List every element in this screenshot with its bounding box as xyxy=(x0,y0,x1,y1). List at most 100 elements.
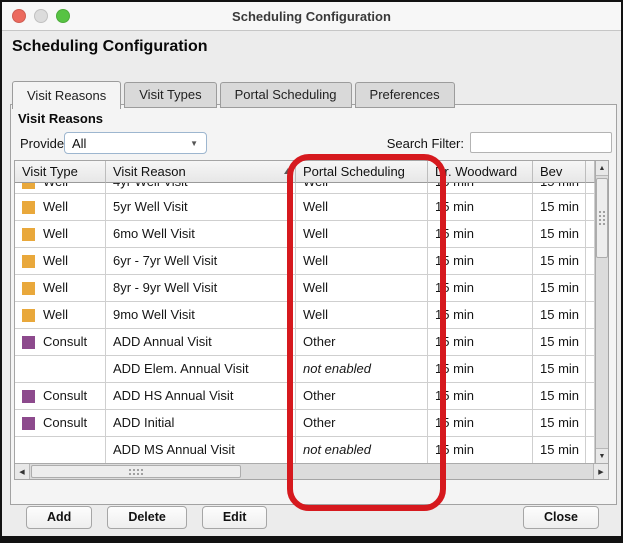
cell-visit-type: Well xyxy=(15,221,106,248)
tab-visit-reasons[interactable]: Visit Reasons xyxy=(12,81,121,109)
cell-bev: 15 min xyxy=(533,183,586,194)
visit-type-color-swatch xyxy=(22,336,35,349)
cell-dr-woodward: 15 min xyxy=(428,410,533,437)
column-header-bev[interactable]: Bev xyxy=(533,161,586,183)
cell-dr-woodward: 15 min xyxy=(428,221,533,248)
cell-f: 15 min xyxy=(586,437,595,464)
column-header-visit-type[interactable]: Visit Type xyxy=(15,161,106,183)
window-title: Scheduling Configuration xyxy=(2,9,621,24)
cell-portal-scheduling: Well xyxy=(296,275,428,302)
page-title: Scheduling Configuration xyxy=(12,38,208,56)
cell-dr-woodward: 15 min xyxy=(428,329,533,356)
cell-visit-type: Well xyxy=(15,248,106,275)
cell-f: 15 min xyxy=(586,194,595,221)
section-title: Visit Reasons xyxy=(18,111,103,126)
visit-type-color-swatch xyxy=(22,390,35,403)
cell-visit-type: Well xyxy=(15,183,106,194)
horizontal-scrollbar[interactable]: ◀ ▶ xyxy=(15,463,608,479)
cell-f: 15 min xyxy=(586,248,595,275)
table-row[interactable]: Well6mo Well VisitWell15 min15 min15 min xyxy=(15,221,608,248)
cell-visit-reason: 6yr - 7yr Well Visit xyxy=(106,248,296,275)
visit-type-color-swatch xyxy=(22,255,35,268)
table-row[interactable]: Well8yr - 9yr Well VisitWell15 min15 min… xyxy=(15,275,608,302)
chevron-down-icon: ▼ xyxy=(190,139,206,148)
scroll-left-icon[interactable]: ◀ xyxy=(15,464,30,479)
table-body: Well4yr Well VisitWell15 min15 min15 min… xyxy=(15,183,608,464)
table-row[interactable]: Well5yr Well VisitWell15 min15 min15 min xyxy=(15,194,608,221)
titlebar: Scheduling Configuration xyxy=(2,2,621,31)
cell-visit-reason: ADD Elem. Annual Visit xyxy=(106,356,296,383)
cell-portal-scheduling: Well xyxy=(296,221,428,248)
cell-dr-woodward: 15 min xyxy=(428,275,533,302)
cell-visit-reason: 9mo Well Visit xyxy=(106,302,296,329)
column-header-dr-woodward[interactable]: Dr. Woodward xyxy=(428,161,533,183)
cell-bev: 15 min xyxy=(533,221,586,248)
cell-f: 15 min xyxy=(586,410,595,437)
table-row[interactable]: ADD Elem. Annual Visitnot enabled15 min1… xyxy=(15,356,608,383)
table-row[interactable]: ConsultADD InitialOther15 min15 min15 mi… xyxy=(15,410,608,437)
scroll-right-icon[interactable]: ▶ xyxy=(593,464,608,479)
tab-visit-types[interactable]: Visit Types xyxy=(124,82,216,108)
edit-button[interactable]: Edit xyxy=(202,506,268,529)
cell-visit-reason: ADD HS Annual Visit xyxy=(106,383,296,410)
cell-f: 15 min xyxy=(586,356,595,383)
cell-bev: 15 min xyxy=(533,194,586,221)
table-row[interactable]: Well6yr - 7yr Well VisitWell15 min15 min… xyxy=(15,248,608,275)
cell-portal-scheduling: not enabled xyxy=(296,437,428,464)
cell-visit-reason: 5yr Well Visit xyxy=(106,194,296,221)
cell-bev: 15 min xyxy=(533,248,586,275)
visit-type-color-swatch xyxy=(22,282,35,295)
cell-visit-type xyxy=(15,356,106,383)
cell-bev: 15 min xyxy=(533,383,586,410)
cell-bev: 15 min xyxy=(533,410,586,437)
tab-portal-scheduling[interactable]: Portal Scheduling xyxy=(220,82,352,108)
column-header-portal-scheduling[interactable]: Portal Scheduling xyxy=(296,161,428,183)
cell-visit-type: Well xyxy=(15,275,106,302)
cell-f: 15 min xyxy=(586,275,595,302)
tab-preferences[interactable]: Preferences xyxy=(355,82,455,108)
cell-visit-type: Well xyxy=(15,302,106,329)
cell-portal-scheduling: Other xyxy=(296,329,428,356)
scroll-down-icon[interactable]: ▼ xyxy=(596,448,608,463)
sort-ascending-icon xyxy=(284,168,292,174)
horizontal-scrollbar-thumb[interactable] xyxy=(31,465,241,478)
cell-f: 15 min xyxy=(586,221,595,248)
cell-visit-type xyxy=(15,437,106,464)
add-button[interactable]: Add xyxy=(26,506,92,529)
cell-dr-woodward: 15 min xyxy=(428,194,533,221)
table-row[interactable]: Well4yr Well VisitWell15 min15 min15 min xyxy=(15,183,608,194)
action-button-row: Add Delete Edit xyxy=(26,506,267,529)
table-row[interactable]: Well9mo Well VisitWell15 min15 min15 min xyxy=(15,302,608,329)
cell-portal-scheduling: Well xyxy=(296,183,428,194)
provider-dropdown[interactable]: All ▼ xyxy=(64,132,207,154)
table-row[interactable]: ADD MS Annual Visitnot enabled15 min15 m… xyxy=(15,437,608,464)
table-row[interactable]: ConsultADD Annual VisitOther15 min15 min… xyxy=(15,329,608,356)
cell-visit-reason: ADD Initial xyxy=(106,410,296,437)
cell-portal-scheduling: Other xyxy=(296,410,428,437)
table-row[interactable]: ConsultADD HS Annual VisitOther15 min15 … xyxy=(15,383,608,410)
cell-portal-scheduling: Other xyxy=(296,383,428,410)
column-header-visit-reason[interactable]: Visit Reason xyxy=(106,161,296,183)
cell-visit-reason: 8yr - 9yr Well Visit xyxy=(106,275,296,302)
cell-bev: 15 min xyxy=(533,329,586,356)
column-header-f[interactable]: F xyxy=(586,161,595,183)
thumb-grip-icon xyxy=(598,210,606,226)
cell-portal-scheduling: not enabled xyxy=(296,356,428,383)
vertical-scrollbar-thumb[interactable] xyxy=(596,178,608,258)
visit-type-color-swatch xyxy=(22,183,35,189)
visit-type-color-swatch xyxy=(22,309,35,322)
cell-bev: 15 min xyxy=(533,302,586,329)
visit-type-color-swatch xyxy=(22,228,35,241)
search-filter-label: Search Filter: xyxy=(372,136,464,151)
close-button[interactable]: Close xyxy=(523,506,599,529)
delete-button[interactable]: Delete xyxy=(107,506,187,529)
cell-portal-scheduling: Well xyxy=(296,302,428,329)
cell-f: 15 min xyxy=(586,183,595,194)
cell-visit-reason: ADD Annual Visit xyxy=(106,329,296,356)
vertical-scrollbar[interactable]: ▲ ▼ xyxy=(595,161,608,463)
tab-bar: Visit Reasons Visit Types Portal Schedul… xyxy=(12,80,458,108)
provider-selected-value: All xyxy=(72,136,86,151)
search-filter-input[interactable] xyxy=(470,132,612,153)
scheduling-configuration-window: Scheduling Configuration Scheduling Conf… xyxy=(0,0,623,543)
scroll-up-icon[interactable]: ▲ xyxy=(596,161,608,176)
